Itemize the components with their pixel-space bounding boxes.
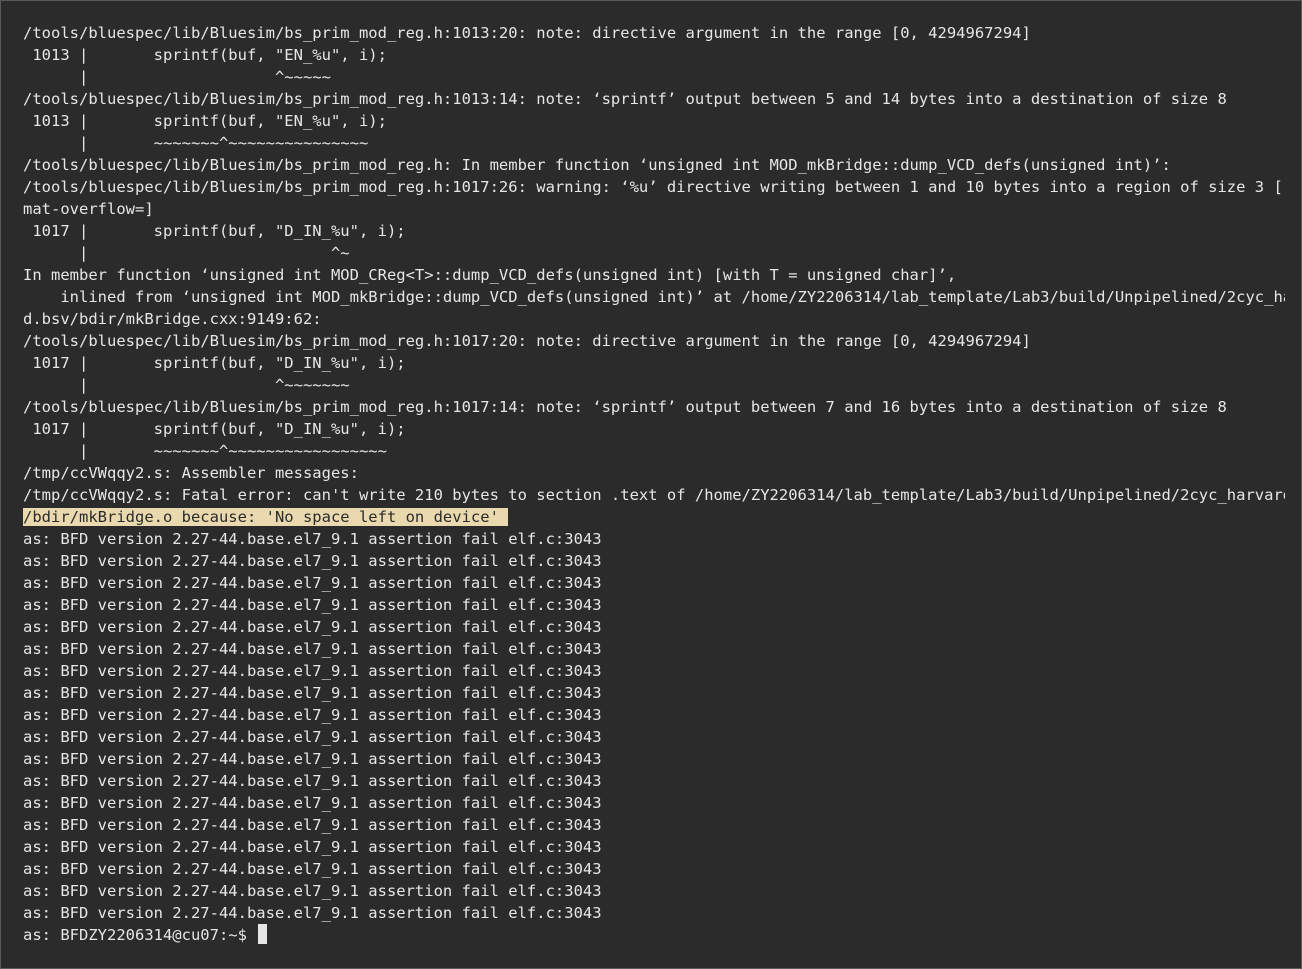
terminal-line: In member function ‘unsigned int MOD_CRe… [23,264,1285,286]
line-text: /tools/bluespec/lib/Bluesim/bs_prim_mod_… [23,90,1227,108]
line-text: /tmp/ccVWqqy2.s: Assembler messages: [23,464,359,482]
line-text: as: BFD version 2.27-44.base.el7_9.1 ass… [23,816,602,834]
terminal-line: as: BFD version 2.27-44.base.el7_9.1 ass… [23,902,1285,924]
line-text: /tools/bluespec/lib/Bluesim/bs_prim_mod_… [23,24,1031,42]
terminal-line: as: BFD version 2.27-44.base.el7_9.1 ass… [23,682,1285,704]
line-text: | ~~~~~~~^~~~~~~~~~~~~~~~ [23,134,369,152]
line-text: as: BFD version 2.27-44.base.el7_9.1 ass… [23,552,602,570]
line-text: as: BFD version 2.27-44.base.el7_9.1 ass… [23,618,602,636]
terminal-line: as: BFD version 2.27-44.base.el7_9.1 ass… [23,638,1285,660]
line-text: 1013 | sprintf(buf, "EN_%u", i); [23,46,387,64]
terminal-line: | ~~~~~~~^~~~~~~~~~~~~~~~~~ [23,440,1285,462]
terminal-line: as: BFD version 2.27-44.base.el7_9.1 ass… [23,594,1285,616]
terminal-line: /tools/bluespec/lib/Bluesim/bs_prim_mod_… [23,88,1285,110]
terminal-line: /tools/bluespec/lib/Bluesim/bs_prim_mod_… [23,154,1285,176]
terminal-line: as: BFD version 2.27-44.base.el7_9.1 ass… [23,660,1285,682]
terminal-line: /tools/bluespec/lib/Bluesim/bs_prim_mod_… [23,22,1285,44]
line-text: as: BFD version 2.27-44.base.el7_9.1 ass… [23,662,602,680]
terminal-line: as: BFD version 2.27-44.base.el7_9.1 ass… [23,704,1285,726]
terminal-line: | ^~ [23,242,1285,264]
line-text: In member function ‘unsigned int MOD_CRe… [23,266,957,284]
terminal-line: | ^~~~~~~~ [23,374,1285,396]
terminal-line: /bdir/mkBridge.o because: 'No space left… [23,506,1285,528]
terminal-line: | ~~~~~~~^~~~~~~~~~~~~~~~ [23,132,1285,154]
cursor [258,924,268,944]
terminal-line: 1017 | sprintf(buf, "D_IN_%u", i); [23,220,1285,242]
terminal-line: as: BFD version 2.27-44.base.el7_9.1 ass… [23,814,1285,836]
line-text: /tools/bluespec/lib/Bluesim/bs_prim_mod_… [23,398,1227,416]
line-text: d.bsv/bdir/mkBridge.cxx:9149:62: [23,310,322,328]
terminal-line: /tools/bluespec/lib/Bluesim/bs_prim_mod_… [23,176,1285,198]
line-text: /tmp/ccVWqqy2.s: Fatal error: can't writ… [23,486,1285,504]
terminal-line: inlined from ‘unsigned int MOD_mkBridge:… [23,286,1285,308]
line-text: inlined from ‘unsigned int MOD_mkBridge:… [23,288,1285,306]
terminal-line: as: BFD version 2.27-44.base.el7_9.1 ass… [23,836,1285,858]
line-text: /tools/bluespec/lib/Bluesim/bs_prim_mod_… [23,156,1171,174]
line-text: | ^~~~~~ [23,68,331,86]
line-text: | ^~~~~~~~ [23,376,350,394]
terminal-line: 1017 | sprintf(buf, "D_IN_%u", i); [23,352,1285,374]
line-text: as: BFD version 2.27-44.base.el7_9.1 ass… [23,640,602,658]
line-text: | ^~ [23,244,350,262]
line-text: as: BFD version 2.27-44.base.el7_9.1 ass… [23,772,602,790]
terminal-line: as: BFD version 2.27-44.base.el7_9.1 ass… [23,726,1285,748]
terminal-line: /tmp/ccVWqqy2.s: Assembler messages: [23,462,1285,484]
terminal-line: d.bsv/bdir/mkBridge.cxx:9149:62: [23,308,1285,330]
terminal-line: | ^~~~~~ [23,66,1285,88]
shell-prompt: as: BFDZY2206314@cu07:~$ [23,926,257,944]
line-text: as: BFD version 2.27-44.base.el7_9.1 ass… [23,750,602,768]
line-text: as: BFD version 2.27-44.base.el7_9.1 ass… [23,794,602,812]
terminal-line: as: BFD version 2.27-44.base.el7_9.1 ass… [23,616,1285,638]
terminal-line: as: BFD version 2.27-44.base.el7_9.1 ass… [23,748,1285,770]
terminal-line: mat-overflow=] [23,198,1285,220]
terminal-line: as: BFD version 2.27-44.base.el7_9.1 ass… [23,880,1285,902]
terminal-line: as: BFD version 2.27-44.base.el7_9.1 ass… [23,770,1285,792]
line-text: as: BFD version 2.27-44.base.el7_9.1 ass… [23,860,602,878]
line-text: as: BFD version 2.27-44.base.el7_9.1 ass… [23,574,602,592]
terminal-window[interactable]: /tools/bluespec/lib/Bluesim/bs_prim_mod_… [0,0,1302,969]
line-text: 1017 | sprintf(buf, "D_IN_%u", i); [23,420,406,438]
line-text: /tools/bluespec/lib/Bluesim/bs_prim_mod_… [23,178,1285,196]
line-text: | ~~~~~~~^~~~~~~~~~~~~~~~~~ [23,442,387,460]
line-text: as: BFD version 2.27-44.base.el7_9.1 ass… [23,706,602,724]
terminal-line: as: BFD version 2.27-44.base.el7_9.1 ass… [23,572,1285,594]
terminal-line: /tools/bluespec/lib/Bluesim/bs_prim_mod_… [23,330,1285,352]
terminal-line: as: BFD version 2.27-44.base.el7_9.1 ass… [23,858,1285,880]
terminal-output[interactable]: /tools/bluespec/lib/Bluesim/bs_prim_mod_… [23,22,1285,946]
line-text: 1017 | sprintf(buf, "D_IN_%u", i); [23,354,406,372]
terminal-line: as: BFD version 2.27-44.base.el7_9.1 ass… [23,792,1285,814]
line-text: as: BFD version 2.27-44.base.el7_9.1 ass… [23,596,602,614]
line-text: /tools/bluespec/lib/Bluesim/bs_prim_mod_… [23,332,1031,350]
terminal-line: 1013 | sprintf(buf, "EN_%u", i); [23,44,1285,66]
line-text: as: BFD version 2.27-44.base.el7_9.1 ass… [23,882,602,900]
line-text: 1017 | sprintf(buf, "D_IN_%u", i); [23,222,406,240]
terminal-line: 1017 | sprintf(buf, "D_IN_%u", i); [23,418,1285,440]
selected-text: /bdir/mkBridge.o because: 'No space left… [23,508,509,526]
prompt-line[interactable]: as: BFDZY2206314@cu07:~$ [23,924,1285,946]
terminal-line: /tools/bluespec/lib/Bluesim/bs_prim_mod_… [23,396,1285,418]
line-text: as: BFD version 2.27-44.base.el7_9.1 ass… [23,530,602,548]
terminal-line: as: BFD version 2.27-44.base.el7_9.1 ass… [23,550,1285,572]
line-text: as: BFD version 2.27-44.base.el7_9.1 ass… [23,728,602,746]
line-text: as: BFD version 2.27-44.base.el7_9.1 ass… [23,838,602,856]
line-text: as: BFD version 2.27-44.base.el7_9.1 ass… [23,684,602,702]
line-text: 1013 | sprintf(buf, "EN_%u", i); [23,112,387,130]
line-text: mat-overflow=] [23,200,154,218]
line-text: as: BFD version 2.27-44.base.el7_9.1 ass… [23,904,602,922]
terminal-line: 1013 | sprintf(buf, "EN_%u", i); [23,110,1285,132]
terminal-line: /tmp/ccVWqqy2.s: Fatal error: can't writ… [23,484,1285,506]
terminal-line: as: BFD version 2.27-44.base.el7_9.1 ass… [23,528,1285,550]
